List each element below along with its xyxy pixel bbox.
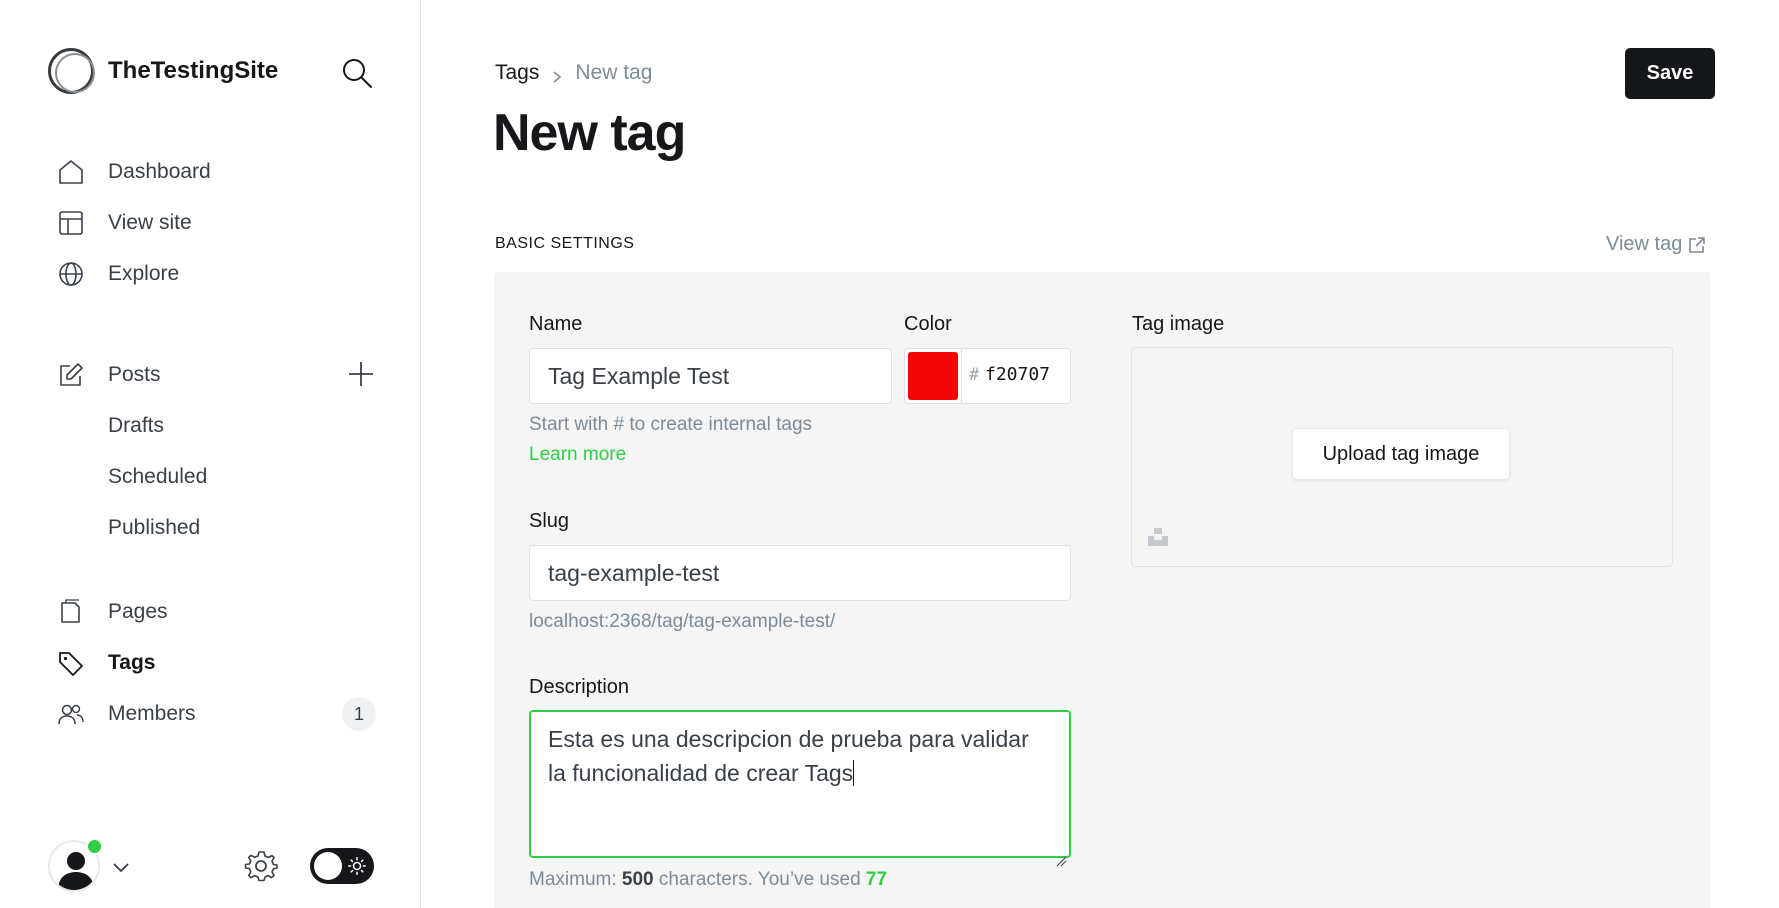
- view-tag-label: View tag: [1606, 233, 1683, 255]
- nav-dashboard-label: Dashboard: [108, 159, 211, 183]
- main-nav: Dashboard View site Explore: [56, 146, 376, 299]
- nav-posts-label: Posts: [108, 362, 161, 386]
- resize-handle-icon[interactable]: [1055, 842, 1067, 867]
- members-icon: [56, 699, 86, 729]
- chevron-down-icon[interactable]: [110, 856, 132, 878]
- nav-drafts[interactable]: Drafts: [56, 400, 376, 451]
- layout-icon: [56, 208, 86, 238]
- color-swatch[interactable]: [908, 352, 958, 400]
- counter-prefix: Maximum:: [529, 869, 617, 890]
- nav-drafts-label: Drafts: [108, 413, 165, 437]
- nav-explore-label: Explore: [108, 261, 180, 285]
- unsplash-icon[interactable]: [1148, 526, 1170, 548]
- members-count-badge: 1: [342, 697, 376, 731]
- nav-tags[interactable]: Tags: [56, 637, 376, 688]
- nav-posts[interactable]: Posts: [56, 349, 376, 400]
- nav-pages-label: Pages: [108, 599, 168, 623]
- breadcrumb-current: New tag: [575, 61, 653, 84]
- upload-tag-image-button[interactable]: Upload tag image: [1292, 428, 1510, 480]
- breadcrumb-tags-link[interactable]: Tags: [495, 61, 539, 85]
- edit-icon: [56, 360, 86, 390]
- site-logo: [48, 48, 95, 94]
- nav-published[interactable]: Published: [56, 502, 376, 553]
- nav-explore[interactable]: Explore: [56, 248, 376, 299]
- search-icon[interactable]: [340, 56, 374, 90]
- text-caret: [853, 760, 855, 786]
- home-icon: [56, 157, 86, 187]
- toggle-knob: [314, 852, 342, 880]
- nav-tags-label: Tags: [108, 650, 156, 674]
- nav-members-label: Members: [108, 701, 196, 725]
- external-link-icon: [1689, 236, 1706, 253]
- hash-prefix: #: [969, 365, 980, 385]
- nav-scheduled-label: Scheduled: [108, 464, 208, 488]
- counter-used: 77: [865, 869, 888, 890]
- section-label: BASIC SETTINGS: [495, 235, 635, 252]
- name-hint: Start with # to create internal tags: [529, 414, 813, 435]
- settings-gear-icon[interactable]: [244, 849, 278, 883]
- breadcrumb: Tags New tag: [495, 61, 652, 85]
- nav-scheduled[interactable]: Scheduled: [56, 451, 376, 502]
- name-input[interactable]: Tag Example Test: [529, 348, 892, 404]
- counter-mid: characters. You’ve used: [658, 869, 861, 890]
- nav-dashboard[interactable]: Dashboard: [56, 146, 376, 197]
- nav-pages[interactable]: Pages: [56, 586, 376, 637]
- learn-more-link[interactable]: Learn more: [529, 444, 626, 466]
- slug-label: Slug: [529, 510, 570, 532]
- dark-mode-toggle[interactable]: [310, 848, 374, 884]
- description-counter: Maximum: 500 characters. You’ve used 77: [529, 869, 887, 891]
- nav-view-site[interactable]: View site: [56, 197, 376, 248]
- nav-published-label: Published: [108, 515, 201, 539]
- sidebar-footer: [48, 838, 378, 894]
- counter-max: 500: [621, 869, 654, 890]
- new-post-plus-icon[interactable]: [346, 359, 376, 389]
- color-field: # f20707: [904, 348, 1071, 404]
- sun-icon: [348, 857, 366, 875]
- chevron-right-icon: [551, 66, 563, 83]
- description-label: Description: [529, 676, 630, 698]
- tag-image-label: Tag image: [1132, 313, 1225, 335]
- name-label: Name: [529, 313, 583, 335]
- slug-input[interactable]: tag-example-test: [529, 545, 1071, 601]
- brand[interactable]: TheTestingSite: [48, 48, 278, 94]
- description-line-2-wrap: la funcionalidad de crear Tags: [548, 756, 1052, 790]
- description-line-1: Esta es una descripcion de prueba para v…: [548, 726, 1029, 752]
- color-label: Color: [904, 313, 952, 335]
- site-name: TheTestingSite: [108, 57, 279, 84]
- color-hex-input[interactable]: f20707: [985, 364, 1050, 385]
- color-divider: [961, 349, 962, 403]
- nav-view-site-label: View site: [108, 210, 192, 234]
- nav-members[interactable]: Members 1: [56, 688, 376, 739]
- slug-url-preview: localhost:2368/tag/tag-example-test/: [529, 611, 836, 632]
- secondary-nav: Pages Tags Members 1: [56, 586, 376, 739]
- posts-nav: Posts Drafts Scheduled Published: [56, 349, 376, 553]
- description-line-2: la funcionalidad de crear Tags: [548, 760, 854, 786]
- description-textarea[interactable]: Esta es una descripcion de prueba para v…: [529, 710, 1071, 867]
- online-status-dot: [86, 838, 103, 855]
- globe-icon: [56, 259, 86, 289]
- tag-image-dropzone[interactable]: Upload tag image: [1131, 347, 1673, 567]
- tag-icon: [56, 648, 86, 678]
- save-button[interactable]: Save: [1625, 48, 1715, 99]
- view-tag-link[interactable]: View tag: [1606, 233, 1706, 256]
- page-title: New tag: [493, 104, 686, 162]
- pages-icon: [56, 597, 86, 627]
- sidebar: TheTestingSite Dashboard View site Explo…: [0, 0, 421, 908]
